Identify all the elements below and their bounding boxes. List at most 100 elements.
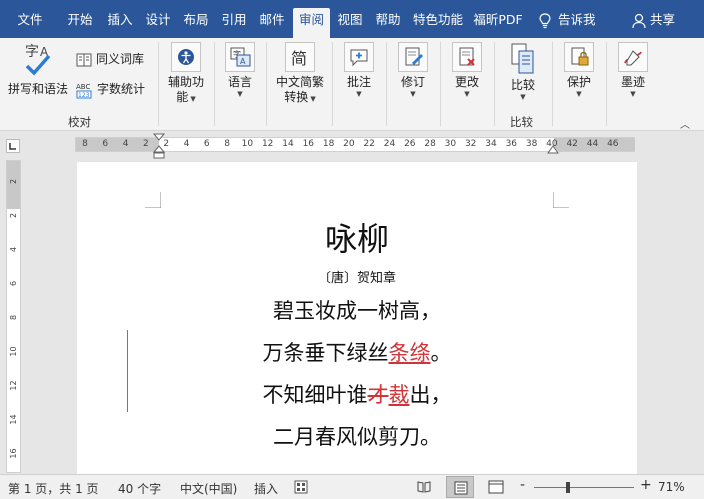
tab-home[interactable]: 开始 <box>60 8 100 38</box>
ruler-number: 28 <box>424 139 436 149</box>
svg-text:字: 字 <box>25 44 39 60</box>
accessibility-button[interactable]: 辅助功 能 ▼ <box>162 42 210 105</box>
word-count-button[interactable]: ABC 123 字数统计 <box>76 80 145 99</box>
web-layout-icon[interactable] <box>488 479 504 495</box>
ruler-number: 8 <box>82 139 88 149</box>
ruler-number: 10 <box>9 346 18 357</box>
protect-button[interactable]: 保护 ▼ <box>556 42 602 99</box>
tell-me-box[interactable]: 告诉我 <box>538 8 596 32</box>
compare-icon <box>511 43 534 74</box>
spelling-grammar-label: 拼写和语法 <box>7 82 68 96</box>
ruler-number: 6 <box>9 280 18 287</box>
ruler-number: 46 <box>607 139 619 149</box>
accept-reject-icon <box>459 47 475 66</box>
poem-author: 〔唐〕贺知章 <box>317 271 396 286</box>
tab-mailings[interactable]: 邮件 <box>254 8 290 38</box>
zoom-out-button[interactable]: - <box>520 477 525 493</box>
ribbon-review: 字 A 拼写和语法 同义词库 ABC 123 字数统计 校对 辅助功 能 ▼ A… <box>0 38 704 131</box>
svg-text:123: 123 <box>78 92 90 99</box>
tab-insert[interactable]: 插入 <box>102 8 138 38</box>
horizontal-ruler[interactable]: 8 6 4 2 2 4 6 8 10 12 14 16 18 20 22 24 26 28 30 32 34 36 38 40… <box>0 131 704 159</box>
track-changes-icon <box>405 47 423 66</box>
tab-foxit-pdf[interactable]: 福昕PDF <box>470 8 526 38</box>
svg-text:A: A <box>240 57 246 66</box>
tracking-label: 修订 <box>400 75 425 89</box>
text-run: 出， <box>409 383 452 407</box>
protect-label: 保护 <box>566 75 591 89</box>
chinese-conversion-label-1: 中文简繁 <box>275 75 324 89</box>
chinese-conversion-label-2: 转换 <box>284 90 309 104</box>
word-count-status[interactable]: 40 个字 <box>118 480 161 497</box>
vertical-ruler[interactable]: 2 2 4 6 8 10 12 14 16 <box>6 160 21 473</box>
chevron-down-icon: ▼ <box>410 90 416 98</box>
tab-references[interactable]: 引用 <box>216 8 252 38</box>
tab-design[interactable]: 设计 <box>140 8 176 38</box>
ruler-number: 4 <box>9 246 18 253</box>
tab-review[interactable]: 审阅 <box>293 8 330 38</box>
right-indent-marker-icon[interactable] <box>547 145 559 155</box>
collapse-ribbon-icon[interactable]: ︿ <box>680 116 690 131</box>
changes-button[interactable]: 更改 ▼ <box>444 42 490 99</box>
language-status[interactable]: 中文(中国) <box>180 480 237 497</box>
tab-special-features[interactable]: 特色功能 <box>408 8 468 38</box>
ink-pen-icon <box>624 50 642 66</box>
document-page[interactable]: 咏柳 〔唐〕贺知章 碧玉妆成一树高， 万条垂下绿丝条绦。 不知细叶谁才裁出， 二… <box>77 162 637 474</box>
ruler-number: 16 <box>9 448 18 459</box>
chinese-conversion-button[interactable]: 简 中文简繁 转换 ▼ <box>270 42 330 105</box>
margin-corner-mark <box>145 192 161 208</box>
lock-icon <box>571 47 589 66</box>
revision-change-bar <box>127 330 128 412</box>
read-mode-icon[interactable] <box>416 479 432 495</box>
zoom-slider[interactable] <box>534 482 634 493</box>
ribbon-tab-bar: 文件 开始 插入 设计 布局 引用 邮件 审阅 视图 帮助 特色功能 福昕PDF… <box>0 0 704 38</box>
chevron-down-icon: ▼ <box>464 90 470 98</box>
ruler-number: 20 <box>343 139 355 149</box>
tab-help[interactable]: 帮助 <box>370 8 406 38</box>
spelling-grammar-button[interactable]: 字 A 拼写和语法 <box>6 42 70 97</box>
ruler-number: 4 <box>183 139 190 149</box>
status-bar: 第 1 页，共 1 页 40 个字 中文(中国) 插入 - + 71% <box>0 474 704 499</box>
poem-line-2: 万条垂下绿丝条绦。 <box>77 337 637 367</box>
zoom-level[interactable]: 71% <box>658 480 685 494</box>
page-count[interactable]: 第 1 页，共 1 页 <box>8 480 99 497</box>
zoom-in-button[interactable]: + <box>640 477 652 493</box>
comments-button[interactable]: 批注 ▼ <box>336 42 382 99</box>
tracking-button[interactable]: 修订 ▼ <box>390 42 436 99</box>
inserted-text: 条绦 <box>388 341 431 365</box>
zoom-slider-thumb[interactable] <box>565 482 570 493</box>
ink-button[interactable]: 墨迹 ▼ <box>610 42 656 99</box>
svg-text:简: 简 <box>291 49 307 68</box>
lightbulb-icon <box>539 12 551 28</box>
tab-file[interactable]: 文件 <box>6 8 54 38</box>
person-icon <box>632 13 646 28</box>
share-button[interactable]: 共享 <box>632 8 675 32</box>
ruler-number: 26 <box>404 139 416 149</box>
print-layout-button[interactable] <box>446 476 474 498</box>
tab-stop-icon <box>9 143 16 150</box>
thesaurus-button[interactable]: 同义词库 <box>76 50 144 68</box>
tab-layout[interactable]: 布局 <box>178 8 214 38</box>
ruler-number: 8 <box>224 139 230 149</box>
comment-icon <box>350 49 368 67</box>
deleted-text: 才 <box>367 383 389 407</box>
macro-record-icon[interactable] <box>294 480 308 494</box>
tab-view[interactable]: 视图 <box>332 8 368 38</box>
indent-marker-icon[interactable] <box>153 133 165 159</box>
ruler-number: 38 <box>525 139 538 149</box>
word-window: 文件 开始 插入 设计 布局 引用 邮件 审阅 视图 帮助 特色功能 福昕PDF… <box>0 0 704 499</box>
chevron-down-icon: ▼ <box>356 90 362 98</box>
ruler-number: 42 <box>566 139 578 149</box>
text-run: 万条垂下绿丝 <box>262 341 389 365</box>
language-button[interactable]: 字 A 语言 ▼ <box>218 42 262 99</box>
ruler-number: 6 <box>203 139 210 149</box>
ruler-number: 18 <box>322 139 335 149</box>
thesaurus-icon <box>76 53 92 66</box>
compare-button[interactable]: 比较 ▼ <box>498 42 548 102</box>
group-divider <box>266 42 267 126</box>
accessibility-label-1: 辅助功 <box>167 75 204 89</box>
insert-mode[interactable]: 插入 <box>254 480 278 497</box>
ruler-number: 24 <box>383 139 396 149</box>
tab-selector-button[interactable] <box>6 139 20 153</box>
group-divider <box>440 42 441 126</box>
language-label: 语言 <box>227 75 252 89</box>
